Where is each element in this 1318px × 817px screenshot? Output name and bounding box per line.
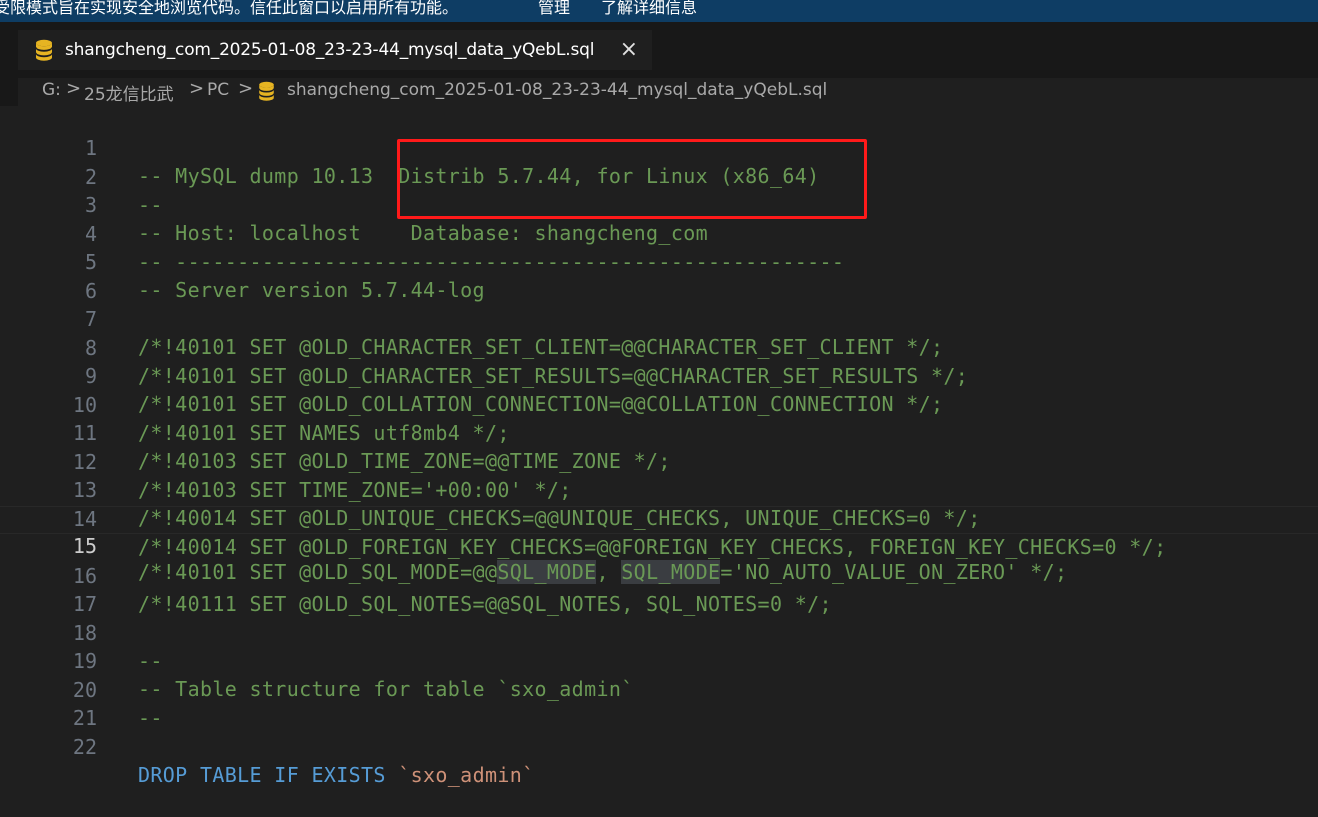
breadcrumb-file[interactable]: shangcheng_com_2025-01-08_23-23-44_mysql… — [287, 80, 827, 100]
chevron-right-icon: > — [189, 78, 205, 99]
code-line: 7 /*!40101 SET @OLD_CHARACTER_SET_CLIENT… — [0, 277, 1318, 359]
database-icon — [258, 81, 275, 101]
database-icon — [35, 39, 53, 61]
code-line: 21 — [0, 676, 1318, 730]
code-line: 22 DROP TABLE IF EXISTS `sxo_admin` — [0, 705, 1318, 787]
sql-identifier: `sxo_admin` — [398, 763, 535, 787]
editor-tab[interactable]: shangcheng_com_2025-01-08_23-23-44_mysql… — [18, 30, 652, 70]
code-line-current: 15 /*!40101 SET @OLD_SQL_MODE=@@SQL_MODE… — [0, 506, 1318, 584]
code-line: 17 — [0, 562, 1318, 616]
code-line: 12 /*!40103 SET TIME_ZONE='+00:00' */; — [0, 420, 1318, 502]
code-line: 16 /*!40111 SET @OLD_SQL_NOTES=@@SQL_NOT… — [0, 534, 1318, 616]
breadcrumb-folder-2[interactable]: PC — [207, 80, 229, 100]
code-line: 9 /*!40101 SET @OLD_COLLATION_CONNECTION… — [0, 334, 1318, 416]
chevron-right-icon: > — [66, 78, 82, 99]
breadcrumb-folder-1[interactable]: 25龙信比武 — [84, 80, 174, 105]
close-icon[interactable]: × — [620, 37, 638, 62]
code-line: 10 /*!40101 SET NAMES utf8mb4 */; — [0, 363, 1318, 445]
code-line: 5 -- Server version 5.7.44-log — [0, 220, 1318, 302]
banner-message: 受限模式旨在实现安全地浏览代码。信任此窗口以启用所有功能。 — [0, 0, 459, 17]
line-text: DROP TABLE IF EXISTS `sxo_admin` — [138, 761, 535, 789]
code-line: 14 /*!40014 SET @OLD_FOREIGN_KEY_CHECKS=… — [0, 477, 1318, 559]
code-line: 1 -- MySQL dump 10.13 Distrib 5.7.44, fo… — [0, 106, 1318, 188]
sql-keyword: DROP TABLE IF EXISTS — [138, 763, 399, 787]
code-line: 18 -- — [0, 591, 1318, 673]
code-line: 11 /*!40103 SET @OLD_TIME_ZONE=@@TIME_ZO… — [0, 391, 1318, 473]
restricted-mode-banner: 受限模式旨在实现安全地浏览代码。信任此窗口以启用所有功能。 管理 了解详细信息 — [0, 0, 1318, 22]
code-line: 6 — [0, 249, 1318, 303]
annotation-highlight-box — [397, 139, 867, 219]
code-line: 8 /*!40101 SET @OLD_CHARACTER_SET_RESULT… — [0, 306, 1318, 388]
learn-more-link[interactable]: 了解详细信息 — [601, 0, 697, 18]
tab-bar: shangcheng_com_2025-01-08_23-23-44_mysql… — [18, 22, 1318, 78]
manage-link[interactable]: 管理 — [538, 0, 570, 18]
code-line: 19 -- Table structure for table `sxo_adm… — [0, 619, 1318, 701]
chevron-right-icon: > — [238, 78, 254, 99]
breadcrumb-drive[interactable]: G: — [42, 80, 61, 100]
tab-file-name: shangcheng_com_2025-01-08_23-23-44_mysql… — [65, 40, 595, 60]
code-line: 20 -- — [0, 648, 1318, 730]
breadcrumb: G: > 25龙信比武 > PC > shangcheng_com_2025-0… — [0, 78, 1318, 106]
code-line: 13 /*!40014 SET @OLD_UNIQUE_CHECKS=@@UNI… — [0, 448, 1318, 530]
line-number: 22 — [72, 735, 97, 759]
